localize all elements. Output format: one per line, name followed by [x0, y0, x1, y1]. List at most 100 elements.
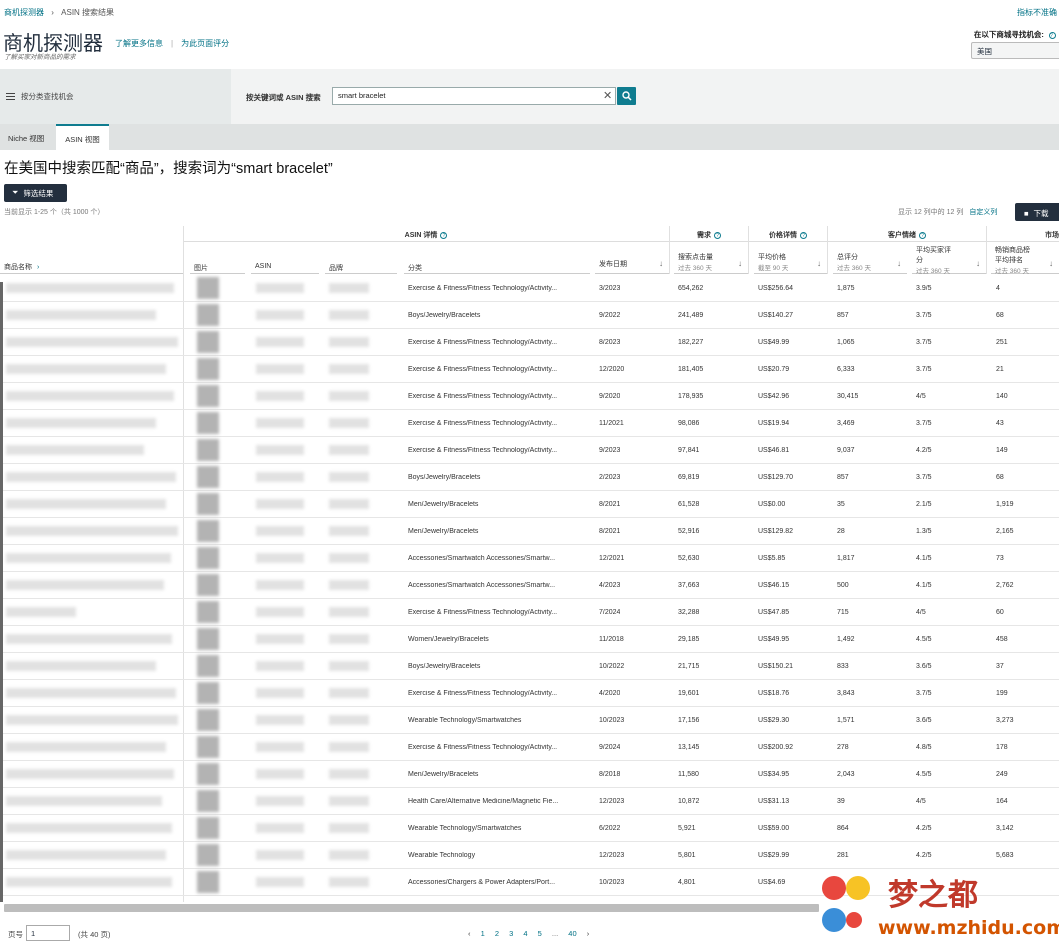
chevron-left-icon[interactable]: ‹ — [468, 929, 471, 938]
download-button[interactable]: ■ 下载 — [1015, 203, 1059, 221]
customize-columns-link[interactable]: 自定义列 — [969, 209, 997, 216]
cell-category: Women/Jewelry/Bracelets — [408, 636, 489, 643]
blurred-product-name[interactable] — [6, 661, 156, 671]
table-row[interactable]: Exercise & Fitness/Fitness Technology/Ac… — [0, 383, 1059, 410]
help-icon[interactable]: ? — [919, 231, 926, 239]
cell-avg-rating: 4.1/5 — [916, 555, 932, 562]
cell-avg-rating: 4/5 — [916, 393, 926, 400]
blurred-product-name[interactable] — [6, 283, 174, 293]
table-row[interactable]: Exercise & Fitness/Fitness Technology/Ac… — [0, 410, 1059, 437]
blurred-product-name[interactable] — [6, 850, 166, 860]
table-row[interactable]: Exercise & Fitness/Fitness Technology/Ac… — [0, 734, 1059, 761]
blurred-product-name[interactable] — [6, 445, 144, 455]
tab-niche-view[interactable]: Niche 视图 — [8, 124, 44, 150]
table-row[interactable]: Wearable Technology/Smartwatches 6/2022 5,… — [0, 815, 1059, 842]
cell-bsr: 1,919 — [996, 501, 1014, 508]
blurred-asin — [256, 742, 304, 752]
col-product-name[interactable]: 商品名称 › — [0, 243, 183, 274]
page-link[interactable]: 40 — [568, 929, 576, 938]
col-total-reviews[interactable]: 总评分 过去 360 天 ↓ — [833, 243, 907, 274]
marketplace-select[interactable]: 美国 — [971, 42, 1059, 59]
help-icon[interactable]: ? — [440, 231, 448, 239]
blurred-product-name[interactable] — [6, 823, 172, 833]
table-row[interactable]: Accessories/Smartwatch Accessories/Smart… — [0, 545, 1059, 572]
table-row[interactable]: Men/Jewelry/Bracelets 8/2021 52,916 US$129.… — [0, 518, 1059, 545]
blurred-product-image — [197, 871, 219, 893]
search-input[interactable]: smart bracelet — [332, 87, 616, 105]
feedback-link[interactable]: 指标不准确 — [1017, 7, 1057, 18]
blurred-product-name[interactable] — [6, 742, 166, 752]
table-row[interactable]: Exercise & Fitness/Fitness Technology/Ac… — [0, 599, 1059, 626]
blurred-product-name[interactable] — [6, 391, 174, 401]
table-row[interactable]: Exercise & Fitness/Fitness Technology/Ac… — [0, 329, 1059, 356]
help-icon[interactable]: ? — [800, 231, 807, 239]
search-button[interactable] — [617, 87, 636, 105]
table-row[interactable]: Wearable Technology 12/2023 5,801 US$29.99 2… — [0, 842, 1059, 869]
horizontal-scrollbar[interactable] — [4, 904, 819, 912]
col-search-clicks[interactable]: 搜索点击量 过去 360 天 ↓ — [674, 243, 748, 274]
group-price-details: 价格详情? — [749, 226, 827, 242]
page-link[interactable]: 4 — [523, 929, 527, 938]
blurred-product-name[interactable] — [6, 715, 178, 725]
col-avg-price[interactable]: 平均价格 截至 90 天 ↓ — [754, 243, 827, 274]
cell-launch-date: 10/2022 — [599, 663, 625, 670]
blurred-product-name[interactable] — [6, 796, 162, 806]
table-row[interactable]: Women/Jewelry/Bracelets 11/2018 29,185 US$4… — [0, 626, 1059, 653]
table-row[interactable]: Men/Jewelry/Bracelets 8/2018 11,580 US$34.9… — [0, 761, 1059, 788]
breadcrumb-root-link[interactable]: 商机探测器 — [4, 8, 44, 17]
col-launch-date[interactable]: 发布日期 ↓ — [595, 243, 669, 274]
table-row[interactable]: Health Care/Alternative Medicine/Magneti… — [0, 788, 1059, 815]
chevron-right-icon[interactable]: › — [587, 929, 590, 938]
blurred-product-name[interactable] — [6, 364, 166, 374]
col-avg-rating[interactable]: 平均买家评分过去 360 天 ↓ — [912, 243, 986, 275]
table-row[interactable]: Exercise & Fitness/Fitness Technology/Ac… — [0, 437, 1059, 464]
cell-avg-price: US$129.82 — [758, 528, 794, 535]
cell-category: Men/Jewelry/Bracelets — [408, 771, 479, 778]
blurred-product-name[interactable] — [6, 553, 171, 563]
category-search-toggle[interactable]: 按分类查找机会 — [0, 69, 231, 124]
blurred-product-name[interactable] — [6, 634, 172, 644]
table-row[interactable]: Boys/Jewelry/Bracelets 2/2023 69,819 US$129… — [0, 464, 1059, 491]
cell-search-clicks: 29,185 — [678, 636, 700, 643]
blurred-product-name[interactable] — [6, 418, 156, 428]
page-link[interactable]: 1 — [481, 929, 485, 938]
blurred-product-name[interactable] — [6, 769, 174, 779]
cell-bsr: 178 — [996, 744, 1008, 751]
page-link[interactable]: 2 — [495, 929, 499, 938]
help-icon[interactable]: ? — [1049, 31, 1056, 39]
blurred-product-name[interactable] — [6, 688, 176, 698]
cell-search-clicks: 5,921 — [678, 825, 696, 832]
cell-avg-rating: 3.7/5 — [916, 690, 932, 697]
page-link[interactable]: 5 — [538, 929, 542, 938]
cell-bsr: 43 — [996, 420, 1004, 427]
table-row[interactable]: Exercise & Fitness/Fitness Technology/Ac… — [0, 356, 1059, 383]
table-row[interactable]: Boys/Jewelry/Bracelets 9/2022 241,489 US$14… — [0, 302, 1059, 329]
filter-results-button[interactable]: ⏷ 筛选结果 — [4, 184, 67, 202]
learn-more-link[interactable]: 了解更多信息 — [115, 39, 163, 48]
clear-icon[interactable]: ✕ — [603, 89, 612, 102]
blurred-product-name[interactable] — [6, 877, 172, 887]
blurred-product-name[interactable] — [6, 526, 178, 536]
table-row[interactable]: Exercise & Fitness/Fitness Technology/Ac… — [0, 680, 1059, 707]
cell-category: Exercise & Fitness/Fitness Technology/Ac… — [408, 285, 558, 292]
blurred-product-name[interactable] — [6, 472, 176, 482]
cell-category: Health Care/Alternative Medicine/Magneti… — [408, 798, 559, 805]
results-count: 当前显示 1-25 个（共 1000 个） — [4, 209, 105, 216]
table-row[interactable]: Wearable Technology/Smartwatches 10/2023 1… — [0, 707, 1059, 734]
help-icon[interactable]: ? — [714, 231, 721, 239]
table-row[interactable]: Accessories/Smartwatch Accessories/Smart… — [0, 572, 1059, 599]
blurred-brand — [329, 310, 369, 320]
blurred-product-name[interactable] — [6, 580, 164, 590]
table-row[interactable]: Men/Jewelry/Bracelets 8/2021 61,528 US$0.00… — [0, 491, 1059, 518]
blurred-product-name[interactable] — [6, 337, 178, 347]
table-row[interactable]: Boys/Jewelry/Bracelets 10/2022 21,715 US$15… — [0, 653, 1059, 680]
page-link[interactable]: 3 — [509, 929, 513, 938]
rate-page-link[interactable]: 为此页面评分 — [181, 39, 229, 48]
col-bsr[interactable]: 畅销商品榜 平均排名 过去 360 天 ↓ — [991, 243, 1059, 275]
table-row[interactable]: Exercise & Fitness/Fitness Technology/Ac… — [0, 275, 1059, 302]
blurred-product-name[interactable] — [6, 607, 76, 617]
tab-asin-view[interactable]: ASIN 视图 — [56, 124, 109, 150]
blurred-product-name[interactable] — [6, 499, 166, 509]
blurred-product-name[interactable] — [6, 310, 156, 320]
page-number-input[interactable]: 1 — [26, 925, 70, 941]
